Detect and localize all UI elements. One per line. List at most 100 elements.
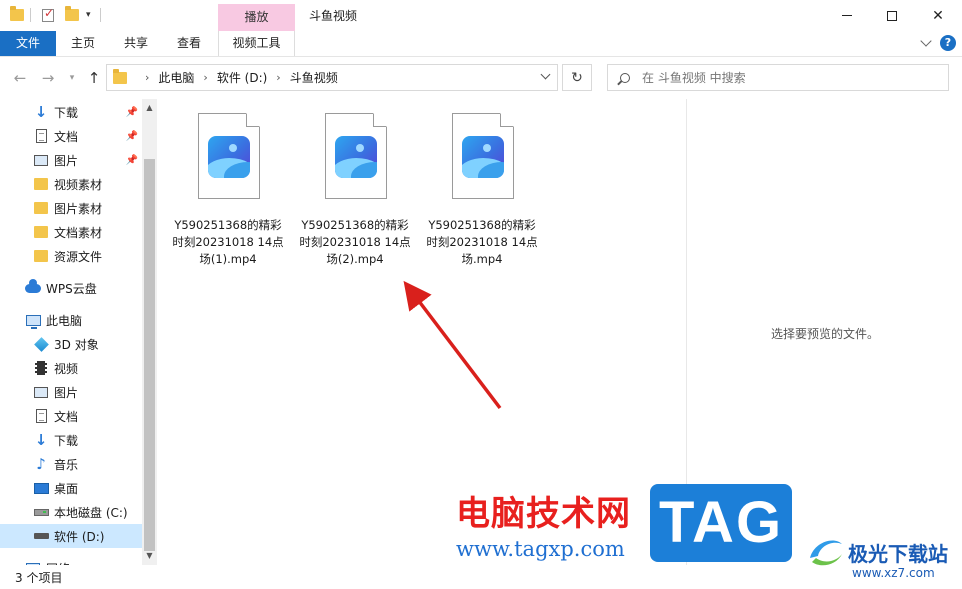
minimize-button[interactable] bbox=[824, 0, 870, 31]
sidebar-item-3d-objects[interactable]: 3D 对象 bbox=[0, 332, 142, 356]
breadcrumb-chevron-icon[interactable]: › bbox=[203, 71, 207, 84]
sidebar-item-this-pc[interactable]: 此电脑 bbox=[0, 308, 142, 332]
sidebar-item-network[interactable]: 网络 bbox=[0, 556, 142, 565]
breadcrumb-chevron-icon[interactable]: › bbox=[145, 71, 149, 84]
file-name: Y590251368的精彩时刻20231018 14点场(1).mp4 bbox=[172, 218, 284, 266]
desktop-icon bbox=[33, 482, 49, 494]
forward-button[interactable]: → bbox=[38, 68, 58, 88]
file-item[interactable]: Y590251368的精彩时刻20231018 14点场(2).mp4 bbox=[299, 111, 411, 281]
watermark-site-name: 电脑技术网 bbox=[456, 494, 631, 534]
sidebar-item-video-material[interactable]: 视频素材 bbox=[0, 172, 142, 196]
scroll-down-icon[interactable]: ▼ bbox=[145, 551, 154, 560]
sidebar-item-pictures[interactable]: 图片 bbox=[0, 380, 142, 404]
navigation-bar: ← → ▾ ↑ › 此电脑 › 软件 (D:) › 斗鱼视频 ↻ bbox=[0, 58, 962, 98]
file-item[interactable]: Y590251368的精彩时刻20231018 14点场(1).mp4 bbox=[172, 111, 284, 281]
sidebar-item-documents[interactable]: 文档 bbox=[0, 404, 142, 428]
context-tab-play[interactable]: 播放 bbox=[218, 4, 295, 31]
sidebar-item-documents-pinned[interactable]: 文档 📌 bbox=[0, 124, 142, 148]
pin-icon: 📌 bbox=[125, 154, 138, 166]
drive-c-icon bbox=[33, 508, 49, 516]
folder-icon bbox=[34, 226, 48, 238]
item-count: 3 个项目 bbox=[15, 571, 63, 585]
document-icon bbox=[35, 129, 47, 143]
refresh-icon: ↻ bbox=[571, 69, 583, 86]
watermark-aurora-logo-icon bbox=[810, 540, 842, 566]
sidebar-item-resource-files[interactable]: 资源文件 bbox=[0, 244, 142, 268]
file-name: Y590251368的精彩时刻20231018 14点场.mp4 bbox=[426, 218, 538, 266]
close-icon: ✕ bbox=[932, 7, 944, 24]
sidebar-item-downloads-pinned[interactable]: ↓ 下载 📌 bbox=[0, 100, 142, 124]
arrow-left-icon: ← bbox=[13, 69, 27, 87]
new-folder-icon[interactable] bbox=[65, 6, 79, 24]
properties-icon[interactable] bbox=[42, 6, 54, 24]
tab-file[interactable]: 文件 bbox=[0, 31, 56, 56]
watermark-jg-url: www.xz7.com bbox=[852, 566, 935, 580]
video-file-icon bbox=[452, 113, 514, 199]
sidebar-item-downloads[interactable]: ↓ 下载 bbox=[0, 428, 142, 452]
pin-icon: 📌 bbox=[125, 130, 138, 142]
breadcrumb-chevron-icon[interactable]: › bbox=[276, 71, 280, 84]
picture-icon bbox=[34, 386, 48, 398]
quick-access-folder-icon[interactable] bbox=[10, 6, 24, 24]
watermark-tag-logo: TAG bbox=[650, 484, 792, 562]
drive-d-icon bbox=[33, 533, 49, 539]
watermark-site-url: www.tagxp.com bbox=[456, 537, 625, 561]
address-bar[interactable]: › 此电脑 › 软件 (D:) › 斗鱼视频 bbox=[106, 64, 558, 91]
close-button[interactable]: ✕ bbox=[915, 0, 961, 31]
chevron-down-icon: ▾ bbox=[69, 73, 75, 83]
breadcrumb-drive-d[interactable]: 软件 (D:) bbox=[217, 69, 267, 86]
sidebar-item-drive-c[interactable]: 本地磁盘 (C:) bbox=[0, 500, 142, 524]
up-button[interactable]: ↑ bbox=[84, 68, 104, 88]
folder-icon bbox=[34, 178, 48, 190]
music-icon: ♪ bbox=[36, 455, 46, 473]
folder-icon bbox=[34, 202, 48, 214]
sidebar-item-pictures-pinned[interactable]: 图片 📌 bbox=[0, 148, 142, 172]
video-file-icon bbox=[325, 113, 387, 199]
arrow-up-icon: ↑ bbox=[87, 69, 101, 87]
3d-objects-icon bbox=[33, 336, 49, 352]
folder-icon bbox=[34, 250, 48, 262]
back-button[interactable]: ← bbox=[10, 68, 30, 88]
maximize-icon bbox=[887, 10, 897, 21]
download-icon: ↓ bbox=[34, 431, 48, 449]
picture-icon bbox=[34, 154, 48, 166]
expand-ribbon-icon[interactable] bbox=[920, 35, 932, 47]
navigation-pane: ↓ 下载 📌 文档 📌 图片 📌 视频素材 图片素材 文档素材 资源文件 WPS… bbox=[0, 99, 158, 565]
help-icon[interactable]: ? bbox=[940, 35, 956, 51]
sidebar-item-picture-material[interactable]: 图片素材 bbox=[0, 196, 142, 220]
sidebar-item-videos[interactable]: 视频 bbox=[0, 356, 142, 380]
address-dropdown-icon[interactable] bbox=[540, 69, 551, 80]
quick-access-separator-2 bbox=[100, 6, 101, 24]
minimize-icon bbox=[842, 15, 852, 16]
sidebar-item-drive-d[interactable]: 软件 (D:) bbox=[0, 524, 142, 548]
tab-home[interactable]: 主页 bbox=[60, 31, 106, 56]
breadcrumb-douyu-video[interactable]: 斗鱼视频 bbox=[290, 69, 338, 86]
search-input[interactable] bbox=[642, 70, 922, 85]
customize-quick-access-icon[interactable]: ▾ bbox=[86, 6, 91, 24]
window-title: 斗鱼视频 bbox=[309, 9, 358, 23]
sidebar-scrollbar[interactable]: ▲ ▼ bbox=[142, 99, 157, 565]
tab-view[interactable]: 查看 bbox=[166, 31, 212, 56]
arrow-right-icon: → bbox=[41, 69, 55, 87]
file-item[interactable]: Y590251368的精彩时刻20231018 14点场.mp4 bbox=[426, 111, 538, 281]
ribbon-tabs: 文件 主页 共享 查看 视频工具 ? bbox=[0, 31, 962, 57]
quick-access-separator bbox=[30, 6, 31, 24]
scroll-up-icon[interactable]: ▲ bbox=[145, 103, 154, 112]
refresh-button[interactable]: ↻ bbox=[562, 64, 592, 91]
breadcrumb-this-pc[interactable]: 此电脑 bbox=[158, 69, 194, 86]
tab-share[interactable]: 共享 bbox=[113, 31, 159, 56]
sidebar-item-music[interactable]: ♪ 音乐 bbox=[0, 452, 142, 476]
video-icon bbox=[35, 361, 47, 375]
sidebar-item-wps-cloud[interactable]: WPS云盘 bbox=[0, 276, 142, 300]
tab-video-tools[interactable]: 视频工具 bbox=[218, 31, 295, 56]
maximize-button[interactable] bbox=[869, 0, 915, 31]
search-box[interactable] bbox=[607, 64, 949, 91]
cloud-icon bbox=[25, 278, 41, 293]
sidebar-item-desktop[interactable]: 桌面 bbox=[0, 476, 142, 500]
computer-icon bbox=[25, 314, 41, 329]
scrollbar-thumb[interactable] bbox=[144, 159, 155, 551]
title-bar: ▾ 播放 斗鱼视频 ✕ bbox=[0, 0, 962, 31]
video-file-icon bbox=[198, 113, 260, 199]
recent-locations-button[interactable]: ▾ bbox=[62, 68, 82, 88]
sidebar-item-document-material[interactable]: 文档素材 bbox=[0, 220, 142, 244]
